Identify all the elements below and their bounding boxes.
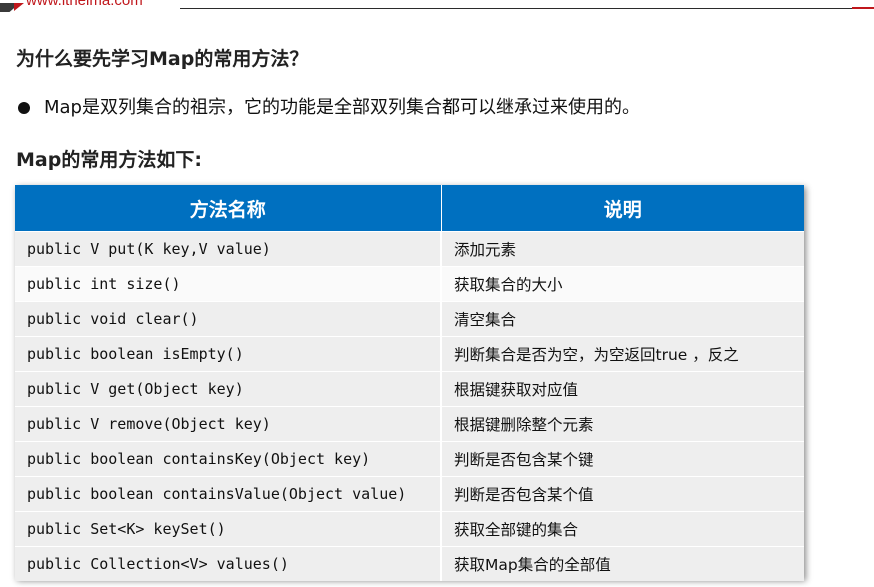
methods-heading: Map的常用方法如下: [16,149,202,171]
table-row: public void clear() 清空集合 [15,301,804,337]
question-heading: 为什么要先学习Map的常用方法？ [16,48,309,70]
logo-icon [0,0,24,12]
description-cell: 根据键获取对应值 [441,371,804,407]
table-row: public V remove(Object key) 根据键删除整个元素 [15,406,804,442]
column-header-method-name: 方法名称 [15,185,442,232]
method-cell: public Collection<V> values() [15,546,442,581]
header-divider [180,8,874,9]
description-cell: 获取全部键的集合 [441,511,804,547]
method-cell: public void clear() [15,301,442,337]
method-cell: public boolean containsValue(Object valu… [15,476,442,512]
table-row: public Collection<V> values() 获取Map集合的全部… [15,546,804,581]
method-cell: public V get(Object key) [15,371,442,407]
header-accent [852,7,874,9]
table-row: public boolean isEmpty() 判断集合是否为空，为空返回tr… [15,336,804,372]
description-cell: 获取Map集合的全部值 [441,546,804,581]
method-cell: public V put(K key,V value) [15,231,442,267]
description-cell: 获取集合的大小 [441,266,804,302]
description-cell: 判断集合是否为空，为空返回true ，反之 [441,336,804,372]
method-cell: public boolean containsKey(Object key) [15,441,442,477]
table-row: public int size() 获取集合的大小 [15,266,804,302]
table-row: public boolean containsKey(Object key) 判… [15,441,804,477]
table-header-row: 方法名称 说明 [15,185,804,232]
table-row: public V put(K key,V value) 添加元素 [15,231,804,267]
top-header: www.itheima.com [0,0,874,14]
method-cell: public V remove(Object key) [15,406,442,442]
bullet-text: Map是双列集合的祖宗，它的功能是全部双列集合都可以继承过来使用的。 [44,97,640,118]
methods-table-container: 方法名称 说明 public V put(K key,V value) 添加元素… [15,185,804,581]
bullet-icon [18,102,30,114]
table-row: public V get(Object key) 根据键获取对应值 [15,371,804,407]
methods-table: 方法名称 说明 public V put(K key,V value) 添加元素… [15,185,804,581]
method-cell: public Set<K> keySet() [15,511,442,547]
description-cell: 根据键删除整个元素 [441,406,804,442]
description-cell: 清空集合 [441,301,804,337]
description-cell: 添加元素 [441,231,804,267]
table-row: public boolean containsValue(Object valu… [15,476,804,512]
description-cell: 判断是否包含某个键 [441,441,804,477]
column-header-description: 说明 [441,185,804,232]
description-cell: 判断是否包含某个值 [441,476,804,512]
table-row: public Set<K> keySet() 获取全部键的集合 [15,511,804,547]
method-cell: public boolean isEmpty() [15,336,442,372]
method-cell: public int size() [15,266,442,302]
logo-text: www.itheima.com [26,0,143,9]
